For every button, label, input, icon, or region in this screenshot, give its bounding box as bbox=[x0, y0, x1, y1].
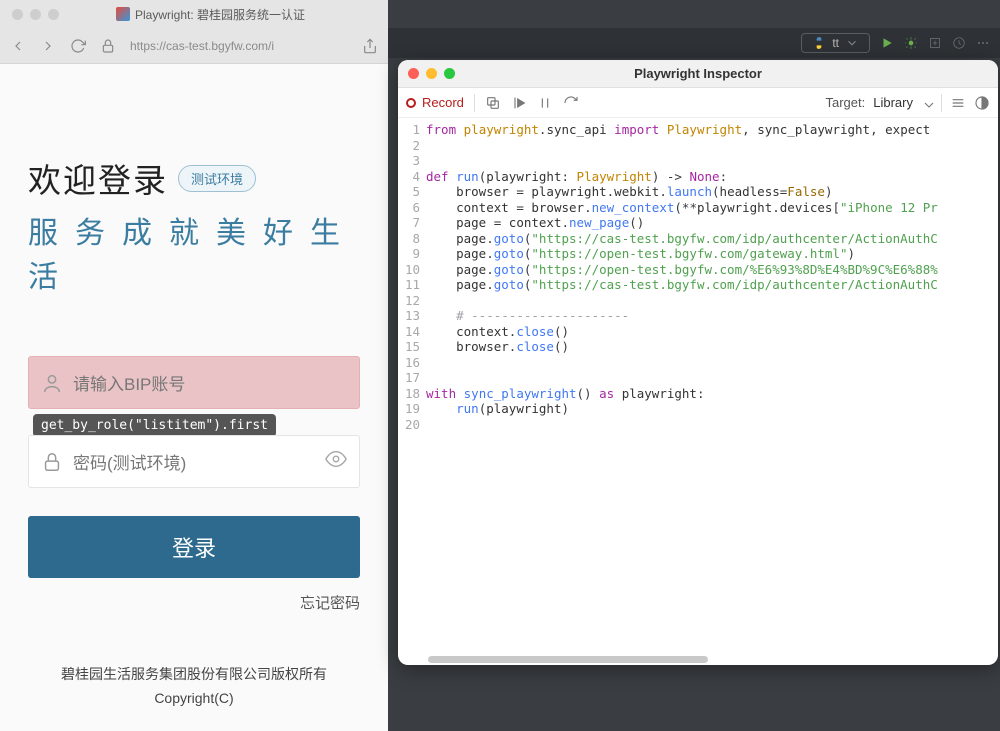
login-page: 欢迎登录 测试环境 服务成就美好生活 请输入BIP账号 get_by_role(… bbox=[0, 64, 388, 731]
welcome-heading: 欢迎登录 bbox=[28, 154, 168, 202]
password-placeholder: 密码(测试环境) bbox=[73, 449, 186, 474]
scrollbar-thumb[interactable] bbox=[428, 656, 708, 663]
line-gutter: 1234567891011121314151617181920 bbox=[398, 122, 426, 654]
minimize-inspector-button[interactable] bbox=[426, 68, 437, 79]
footer-line-2: Copyright(C) bbox=[0, 687, 388, 711]
footer-line-1: 碧桂园生活服务集团股份有限公司版权所有 bbox=[0, 663, 388, 687]
more-icon[interactable] bbox=[976, 36, 990, 50]
profile-button[interactable] bbox=[952, 36, 966, 50]
lock-icon bbox=[100, 38, 116, 54]
ide-toolbar: tt bbox=[388, 28, 1000, 58]
lock-icon bbox=[41, 451, 63, 473]
window-title-text: Playwright: 碧桂园服务统一认证 bbox=[135, 6, 305, 23]
close-inspector-button[interactable] bbox=[408, 68, 419, 79]
browser-window: Playwright: 碧桂园服务统一认证 https://cas-test.b… bbox=[0, 0, 388, 731]
toolbar-divider bbox=[941, 94, 942, 112]
favicon-icon bbox=[116, 7, 130, 21]
browser-titlebar: Playwright: 碧桂园服务统一认证 bbox=[0, 0, 388, 28]
code-content[interactable]: from playwright.sync_api import Playwrig… bbox=[426, 122, 998, 654]
close-window-button[interactable] bbox=[12, 9, 23, 20]
target-selector[interactable]: Library bbox=[873, 95, 913, 110]
slogan-text: 服务成就美好生活 bbox=[0, 202, 388, 296]
forgot-password-link[interactable]: 忘记密码 bbox=[0, 578, 388, 613]
contrast-icon[interactable] bbox=[974, 95, 990, 111]
code-editor[interactable]: 1234567891011121314151617181920 from pla… bbox=[398, 118, 998, 654]
eye-icon[interactable] bbox=[325, 448, 347, 475]
record-button[interactable]: Record bbox=[406, 95, 464, 110]
record-icon bbox=[406, 98, 416, 108]
password-input[interactable]: 密码(测试环境) bbox=[28, 435, 360, 488]
run-config-selector[interactable]: tt bbox=[801, 33, 870, 53]
back-button[interactable] bbox=[10, 38, 26, 54]
coverage-button[interactable] bbox=[928, 36, 942, 50]
maximize-inspector-button[interactable] bbox=[444, 68, 455, 79]
forward-button[interactable] bbox=[40, 38, 56, 54]
toolbar-divider bbox=[474, 94, 475, 112]
inspector-toolbar: Record Target: Library bbox=[398, 88, 998, 118]
step-over-button[interactable] bbox=[563, 95, 579, 111]
chevron-down-icon bbox=[845, 36, 859, 50]
debug-button[interactable] bbox=[904, 36, 918, 50]
menu-icon[interactable] bbox=[950, 95, 966, 111]
reload-button[interactable] bbox=[70, 38, 86, 54]
share-icon[interactable] bbox=[362, 38, 378, 54]
selector-tooltip: get_by_role("listitem").first bbox=[33, 414, 276, 437]
login-button[interactable]: 登录 bbox=[28, 516, 360, 578]
username-input[interactable]: 请输入BIP账号 get_by_role("listitem").first bbox=[28, 356, 360, 409]
config-name: tt bbox=[832, 36, 839, 50]
python-icon bbox=[812, 36, 826, 50]
minimize-window-button[interactable] bbox=[30, 9, 41, 20]
target-label: Target: bbox=[826, 95, 866, 110]
page-title: Playwright: 碧桂园服务统一认证 bbox=[116, 6, 305, 23]
browser-toolbar: https://cas-test.bgyfw.com/i bbox=[0, 28, 388, 64]
copy-button[interactable] bbox=[485, 95, 501, 111]
inspector-title: Playwright Inspector bbox=[408, 66, 988, 81]
record-label: Record bbox=[422, 95, 464, 110]
step-button[interactable] bbox=[511, 95, 527, 111]
url-bar[interactable]: https://cas-test.bgyfw.com/i bbox=[130, 39, 348, 53]
environment-badge: 测试环境 bbox=[178, 165, 256, 192]
run-button[interactable] bbox=[880, 36, 894, 50]
chevron-down-icon bbox=[921, 97, 933, 109]
footer-copyright: 碧桂园生活服务集团股份有限公司版权所有 Copyright(C) bbox=[0, 663, 388, 731]
username-placeholder: 请输入BIP账号 bbox=[73, 370, 185, 395]
person-icon bbox=[41, 372, 63, 394]
pause-button[interactable] bbox=[537, 95, 553, 111]
maximize-window-button[interactable] bbox=[48, 9, 59, 20]
horizontal-scrollbar[interactable] bbox=[398, 654, 998, 665]
inspector-titlebar: Playwright Inspector bbox=[398, 60, 998, 88]
inspector-window: Playwright Inspector Record Target: Libr… bbox=[398, 60, 998, 665]
